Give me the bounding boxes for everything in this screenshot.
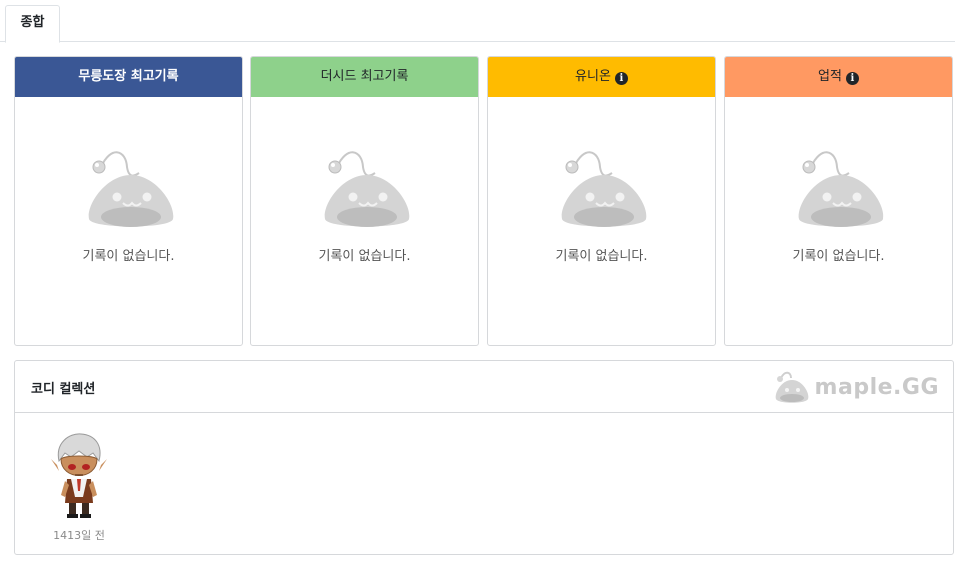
card-achievement: 업적 i 기록이 없습니다. xyxy=(724,56,953,346)
card-title: 더시드 최고기록 xyxy=(320,69,409,84)
card-header: 업적 i xyxy=(725,57,952,97)
card-mureung: 무릉도장 최고기록 기록이 없습니다. xyxy=(14,56,243,346)
card-title: 유니온 xyxy=(575,69,611,84)
card-title: 무릉도장 최고기록 xyxy=(78,69,179,84)
panel-title: 코디 컬렉션 xyxy=(31,382,96,397)
empty-message: 기록이 없습니다. xyxy=(792,249,885,264)
tab-summary[interactable]: 종합 xyxy=(5,5,60,43)
card-header: 더시드 최고기록 xyxy=(251,57,478,97)
slime-icon xyxy=(88,151,174,227)
card-seed: 더시드 최고기록 기록이 없습니다. xyxy=(250,56,479,346)
maplegg-logo-icon xyxy=(775,371,808,403)
empty-message: 기록이 없습니다. xyxy=(318,249,411,264)
empty-message: 기록이 없습니다. xyxy=(555,249,648,264)
card-body: 기록이 없습니다. xyxy=(251,97,478,345)
coordi-item[interactable]: 1413일 전 xyxy=(49,431,109,543)
coordi-date: 1413일 전 xyxy=(53,529,105,542)
info-icon[interactable]: i xyxy=(614,72,628,85)
panel-header: 코디 컬렉션 maple.GG xyxy=(15,361,953,413)
card-header: 유니온 i xyxy=(488,57,715,97)
card-union: 유니온 i 기록이 없습니다. xyxy=(487,56,716,346)
card-body: 기록이 없습니다. xyxy=(488,97,715,345)
slime-icon xyxy=(324,151,410,227)
slime-icon xyxy=(561,151,647,227)
card-body: 기록이 없습니다. xyxy=(725,97,952,345)
empty-message: 기록이 없습니다. xyxy=(82,249,175,264)
info-icon[interactable]: i xyxy=(845,72,859,85)
card-title: 업적 xyxy=(818,69,842,84)
card-body: 기록이 없습니다. xyxy=(15,97,242,345)
tab-bar: 종합 xyxy=(0,0,955,43)
card-header: 무릉도장 최고기록 xyxy=(15,57,242,97)
slime-icon xyxy=(798,151,884,227)
brand-logo: maple.GG xyxy=(773,367,939,407)
coordi-collection-panel: 코디 컬렉션 maple.GG 1413일 전 xyxy=(14,360,954,555)
brand-text: maple.GG xyxy=(814,374,939,400)
character-avatar xyxy=(51,433,107,518)
